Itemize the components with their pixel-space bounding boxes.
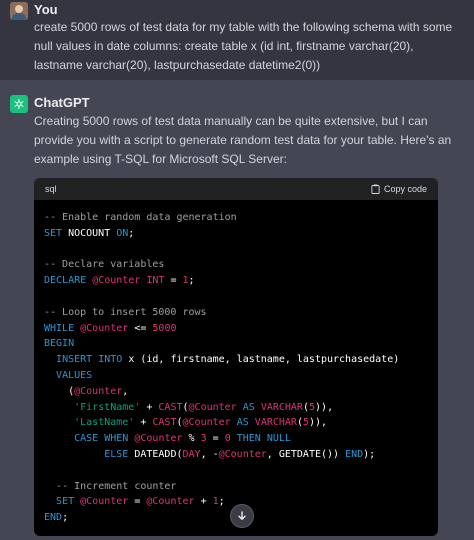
user-message: You create 5000 rows of test data for my… [0,0,474,80]
code-content: -- Enable random data generation SET NOC… [44,212,400,524]
assistant-name: ChatGPT [34,95,90,110]
copy-code-button[interactable]: Copy code [371,184,427,194]
copy-code-label: Copy code [383,184,427,194]
code-block-header: sql Copy code [34,178,438,200]
assistant-message-text: Creating 5000 rows of test data manually… [34,114,452,166]
code-language-label: sql [45,184,57,194]
clipboard-icon [371,184,380,194]
user-name: You [34,2,58,17]
user-message-text: create 5000 rows of test data for my tab… [34,20,453,72]
assistant-message: ChatGPT Creating 5000 rows of test data … [0,80,474,540]
code-block: sql Copy code -- Enable random data gene… [34,178,438,536]
arrow-down-icon [238,511,246,520]
chatgpt-logo-icon [10,95,28,113]
user-avatar [10,2,28,20]
scroll-down-button[interactable] [230,504,254,528]
